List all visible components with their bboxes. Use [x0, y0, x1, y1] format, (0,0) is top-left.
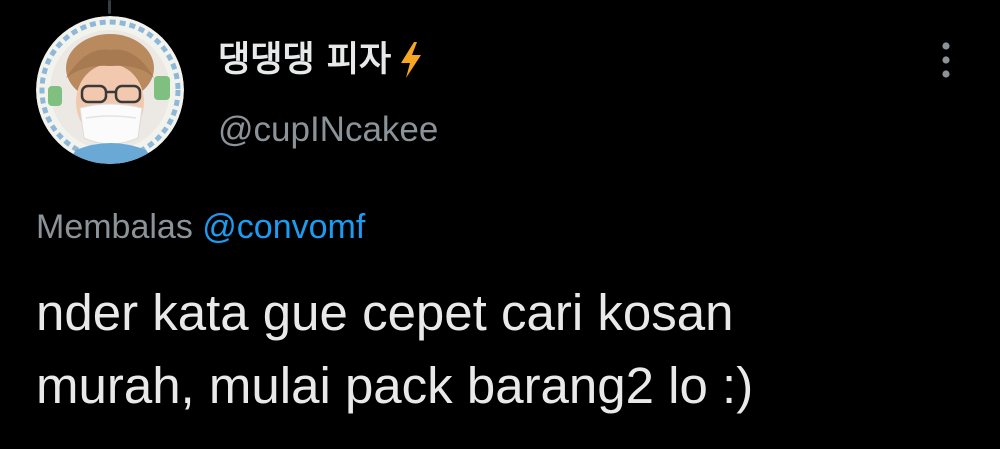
profile-photo: [36, 16, 184, 164]
display-name-row[interactable]: 댕댕댕 피자: [218, 38, 425, 82]
thread-connector-line: [108, 0, 111, 14]
author-handle[interactable]: @cupINcakee: [218, 108, 438, 152]
reply-context: Membalas @convomf: [36, 205, 365, 249]
lightning-bolt-icon: [397, 40, 425, 80]
reply-label: Membalas: [36, 208, 203, 246]
tweet-text: nder kata gue cepet cari kosan murah, mu…: [36, 284, 754, 414]
reply-target-link[interactable]: @convomf: [202, 208, 365, 246]
display-name: 댕댕댕 피자: [218, 40, 392, 80]
vertical-ellipsis-icon: [942, 42, 950, 78]
more-options-button[interactable]: [928, 36, 964, 84]
avatar[interactable]: [36, 16, 184, 164]
